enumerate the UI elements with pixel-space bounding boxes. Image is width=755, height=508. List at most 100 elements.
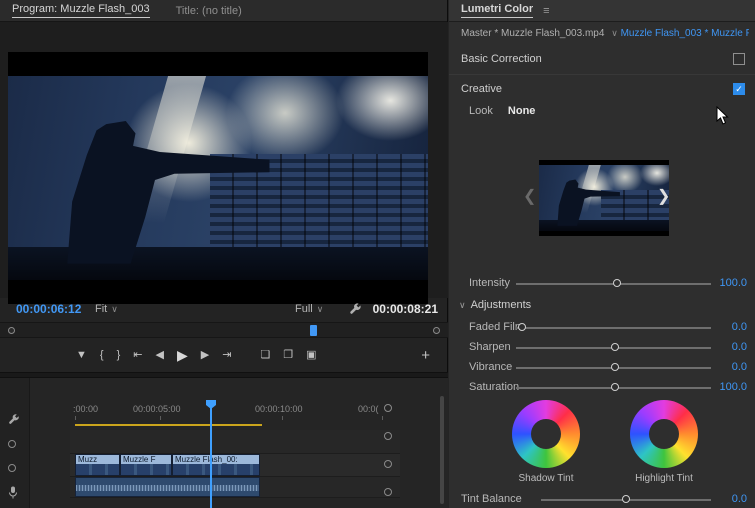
timeline-panel: :00:00 00:00:05:00 00:00:10:00 00:0( Muz… [0,378,448,508]
lumetri-panel-title[interactable]: Lumetri Color [461,3,533,18]
monitor-scrub-bar[interactable] [0,322,448,338]
intensity-slider-knob[interactable] [613,279,621,287]
previous-look-arrow-icon[interactable]: ❮ [523,186,536,206]
tint-balance-row: Tint Balance 0.0 [449,490,755,508]
fit-dropdown[interactable]: Fit∨ [95,303,118,315]
timeline-clip[interactable]: Muzzle Flash_00: [172,454,260,476]
clip-thumbnails [121,464,171,475]
vibrance-row: Vibrance 0.0 [449,358,755,376]
saturation-slider[interactable] [516,387,711,389]
lumetri-header: Lumetri Color ≡ [449,0,755,22]
monitor-settings-wrench-icon[interactable] [349,302,363,316]
tint-balance-label: Tint Balance [461,493,522,505]
go-to-out-button[interactable]: ⇥ [222,350,231,361]
look-preview-thumbnail[interactable] [539,160,669,236]
adjustments-section-header[interactable]: ∨Adjustments [459,299,531,311]
vibrance-value[interactable]: 0.0 [705,361,747,373]
step-back-button[interactable]: ◀ [155,350,163,361]
shadow-tint-label: Shadow Tint [486,473,606,484]
saturation-value[interactable]: 100.0 [705,381,747,393]
section-separator [449,74,755,75]
track-lock-toggle[interactable] [8,464,16,472]
track-knob[interactable] [384,432,392,440]
video-track-2[interactable] [70,430,400,454]
monitor-background [0,22,448,298]
zoom-handle-left[interactable] [8,327,15,334]
play-button[interactable]: ▶ [177,348,188,362]
creative-checkbox[interactable]: ✓ [733,83,745,95]
playhead-timecode[interactable]: 00:00:06:12 [16,302,81,316]
panel-menu-icon[interactable]: ≡ [543,5,549,17]
shadow-tint-wheel[interactable] [512,400,580,468]
monitor-playhead-marker[interactable] [310,325,317,336]
timeline-vertical-scrollbar[interactable] [440,396,444,504]
export-frame-button[interactable]: ▣ [306,350,316,361]
tint-balance-slider[interactable] [541,499,711,501]
premiere-app: Program: Muzzle Flash_003 Title: (no tit… [0,0,755,508]
look-preview-carousel: ❮ ❯ [449,158,755,242]
zoom-handle-right[interactable] [433,327,440,334]
timeline-playhead-line[interactable] [210,400,212,508]
vibrance-label: Vibrance [469,361,512,373]
track-output-toggle[interactable] [8,440,16,448]
faded-film-slider[interactable] [516,327,711,329]
vibrance-slider-knob[interactable] [611,363,619,371]
extract-button[interactable]: ❐ [283,350,293,361]
sharpen-slider-knob[interactable] [611,343,619,351]
track-knob[interactable] [384,460,392,468]
video-track-1[interactable]: Muzz Muzzle F Muzzle Flash_00: [70,454,400,477]
mark-out-button[interactable]: } [117,350,121,361]
clip-link[interactable]: Muzzle Flash_003 [621,28,702,39]
scene-light-glow [640,165,669,186]
ruler-tick [282,416,283,420]
timeline-settings-wrench-icon[interactable] [8,412,20,430]
faded-film-row: Faded Film 0.0 [449,318,755,336]
ruler-label: 00:00:05:00 [133,404,181,414]
timeline-clip[interactable]: Muzz [75,454,120,476]
voiceover-mic-icon[interactable] [8,486,18,504]
look-dropdown[interactable]: None [508,105,536,117]
vibrance-slider[interactable] [516,367,711,369]
highlight-tint-label: Highlight Tint [604,473,724,484]
master-clip-label[interactable]: Master * Muzzle Flash_003.mp4 [461,28,604,39]
add-marker-button[interactable]: ▼ [76,350,87,361]
highlight-tint-wheel[interactable] [630,400,698,468]
track-knob[interactable] [384,404,392,412]
work-area-bar[interactable] [75,424,262,426]
tab-title[interactable]: Title: (no title) [176,5,242,17]
creative-section[interactable]: Creative ✓ [449,80,755,100]
sharpen-slider[interactable] [516,347,711,349]
clip-label: Muzzle Flash_00: [173,455,259,464]
tint-balance-value[interactable]: 0.0 [705,493,747,505]
faded-film-value[interactable]: 0.0 [705,321,747,333]
next-look-arrow-icon[interactable]: ❯ [657,186,670,206]
program-video-frame[interactable] [8,52,428,304]
track-knob[interactable] [384,488,392,496]
chevron-down-icon[interactable]: ∨ [611,28,618,38]
step-forward-button[interactable]: ▶ [201,350,209,361]
tab-program[interactable]: Program: Muzzle Flash_003 [12,3,150,18]
intensity-slider[interactable] [516,283,711,285]
saturation-slider-knob[interactable] [611,383,619,391]
intensity-value[interactable]: 100.0 [705,277,747,289]
basic-correction-checkbox[interactable] [733,53,745,65]
clip-thumbnails [76,464,119,475]
audio-track-1[interactable] [70,477,400,498]
timeline-tools-column [0,378,30,508]
lumetri-breadcrumb: Master * Muzzle Flash_003.mp4 ∨ Muzzle F… [461,28,749,39]
basic-correction-section[interactable]: Basic Correction [449,50,755,70]
monitor-controls-row: 00:00:06:12 Fit∨ Full∨ 00:00:08:21 [0,300,448,318]
mark-in-button[interactable]: { [100,350,104,361]
program-monitor-panel: Program: Muzzle Flash_003 Title: (no tit… [0,0,448,508]
clip-link-2[interactable]: * Muzzle Flash_00... [705,28,750,39]
lumetri-color-panel: Lumetri Color ≡ Master * Muzzle Flash_00… [449,0,755,508]
sharpen-value[interactable]: 0.0 [705,341,747,353]
faded-film-slider-knob[interactable] [518,323,526,331]
go-to-in-button[interactable]: ⇤ [133,350,142,361]
tint-balance-slider-knob[interactable] [622,495,630,503]
button-editor-plus-button[interactable]: + [421,348,430,363]
audio-clip-waveform[interactable] [75,477,260,497]
resolution-dropdown[interactable]: Full∨ [295,303,323,315]
timeline-clip[interactable]: Muzzle F [120,454,172,476]
lift-button[interactable]: ❏ [260,350,270,361]
